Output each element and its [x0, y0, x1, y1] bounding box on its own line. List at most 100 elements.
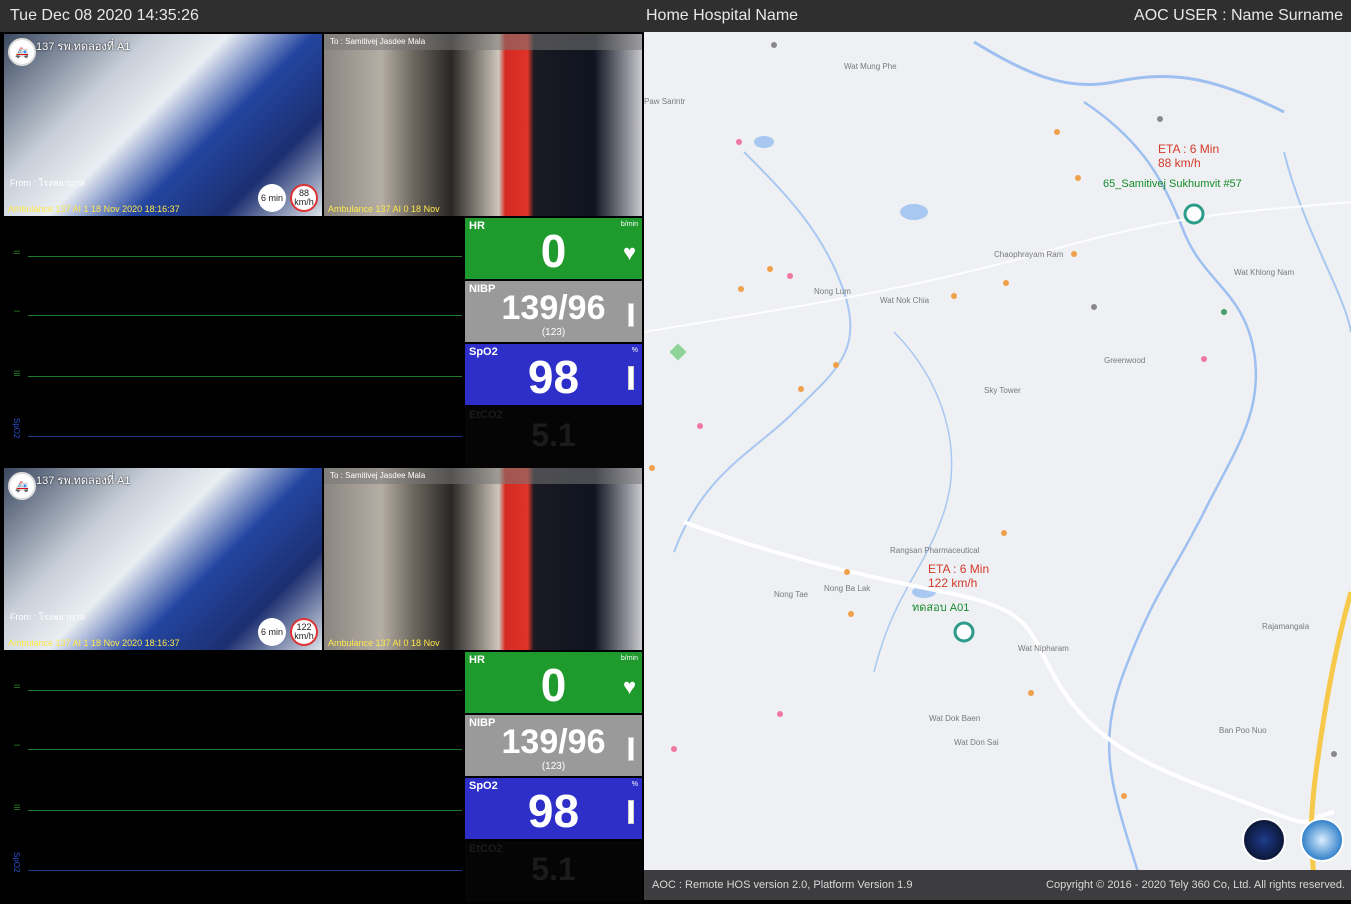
- copyright-text: Copyright © 2016 - 2020 Tely 360 Co, Ltd…: [1046, 879, 1345, 891]
- datetime: Tue Dec 08 2020 14:35:26: [10, 7, 199, 24]
- ecg-waveform: [28, 810, 462, 811]
- speed-badge: 122 km/h: [290, 618, 318, 646]
- eta-time: ETA : 6 Min: [1158, 142, 1220, 156]
- nibp-map: (123): [541, 327, 566, 338]
- spo2-waveform: [28, 870, 462, 871]
- camera-timestamp: Ambulance 137 AI 1 18 Nov 2020 18:16:37: [8, 204, 180, 214]
- vitals-column: HR b/min 0 ♥ NIBP 139/96 (123) SpO2 % 98…: [465, 652, 642, 904]
- from-label: From : โรงพยาบาล: [10, 178, 86, 188]
- wave-label: I: [12, 744, 21, 747]
- map-canvas: [644, 40, 1351, 900]
- camera-timestamp: Ambulance 137 AI 0 18 Nov: [328, 204, 440, 214]
- ambulance-panel-1: 🚑 137 รพ.ทดลองที่ A1 From : โรงพยาบาล Am…: [0, 32, 644, 468]
- footer-bar: AOC : Remote HOS version 2.0, Platform V…: [644, 870, 1351, 900]
- cabin-camera-feed[interactable]: 🚑 137 รพ.ทดลองที่ A1 From : โรงพยาบาล Am…: [4, 34, 322, 216]
- map-place-label: Nong Ba Lak: [824, 584, 871, 593]
- spo2-box[interactable]: SpO2 % 98: [465, 778, 642, 839]
- ecg-waveform: [28, 315, 462, 316]
- wave-label: III: [12, 370, 21, 377]
- camera-timestamp: Ambulance 137 AI 0 18 Nov: [328, 638, 440, 648]
- camera-timestamp: Ambulance 137 AI 1 18 Nov 2020 18:16:37: [8, 638, 180, 648]
- map-place-label: Sky Tower: [984, 386, 1021, 395]
- eta-time: ETA : 6 Min: [928, 562, 990, 576]
- wave-label: II: [12, 250, 21, 255]
- camera-caption: To : Samitivej Jasdee Mala: [324, 468, 642, 484]
- nibp-box[interactable]: NIBP 139/96 (123): [465, 281, 642, 342]
- heart-icon: ♥: [622, 674, 636, 699]
- eta-speed: 122 km/h: [928, 576, 978, 590]
- map-place-label: Nong Lum: [814, 287, 851, 296]
- ambulance-panel-2: 🚑 137 รพ.ทดลองที่ A1 From : โรงพยาบาล Am…: [0, 466, 644, 902]
- cabin-camera-feed[interactable]: 🚑 137 รพ.ทดลองที่ A1 From : โรงพยาบาล Am…: [4, 468, 322, 650]
- partner-logo-icon: [1300, 818, 1344, 862]
- map-place-label: Nong Tae: [774, 590, 809, 599]
- wave-label: II: [12, 684, 21, 689]
- vitals-column: HR b/min 0 ♥ NIBP 139/96 (123) SpO2 % 98…: [465, 218, 642, 470]
- ambulance-logo-icon: 🚑: [8, 38, 36, 66]
- map-place-label: Wat Nok Chia: [880, 296, 930, 305]
- spo2-box[interactable]: SpO2 % 98: [465, 344, 642, 405]
- camera-caption: 137 รพ.ทดลองที่ A1: [36, 475, 131, 487]
- hr-box[interactable]: HR b/min 0 ♥: [465, 652, 642, 713]
- heart-icon: ♥: [622, 240, 636, 265]
- from-label: From : โรงพยาบาล: [10, 612, 86, 622]
- spo2-value: 98: [527, 785, 580, 837]
- level-bar-icon: [628, 366, 634, 390]
- eta-label-2: ETA : 6 Min 122 km/h: [928, 562, 989, 590]
- etco2-box[interactable]: EtCO2 5.1: [465, 407, 642, 468]
- eta-label-1: ETA : 6 Min 88 km/h: [1158, 142, 1219, 170]
- hr-value: 0: [540, 225, 567, 277]
- agency-logo-icon: [1242, 818, 1286, 862]
- camera-caption: To : Samitivej Jasdee Mala: [324, 34, 642, 50]
- hospital-name: Home Hospital Name: [646, 7, 799, 24]
- nibp-value: 139/96: [501, 723, 606, 761]
- etco2-value: 5.1: [531, 417, 576, 453]
- user-name: AOC USER : Name Surname: [1134, 7, 1343, 24]
- destination-label-2[interactable]: ทดสอบ A01: [912, 598, 969, 616]
- road-camera-feed[interactable]: To : Samitivej Jasdee Mala Ambulance 137…: [324, 34, 642, 216]
- etco2-box[interactable]: EtCO2 5.1: [465, 841, 642, 902]
- eta-badge: 6 min: [258, 184, 286, 212]
- map-place-label: Wat Nipharam: [1018, 644, 1069, 653]
- camera-caption: 137 รพ.ทดลองที่ A1: [36, 41, 131, 53]
- waveform-area: II I III SpO2: [4, 652, 462, 898]
- ecg-waveform: [28, 749, 462, 750]
- wave-label: I: [12, 310, 21, 313]
- map-place-label: Chaophrayam Ram: [994, 250, 1064, 259]
- hr-value: 0: [540, 659, 567, 711]
- level-bar-icon: [628, 303, 634, 327]
- map-place-label: Rangsan Pharmaceutical: [890, 546, 980, 555]
- map-place-label: Greenwood: [1104, 356, 1146, 365]
- nibp-box[interactable]: NIBP 139/96 (123): [465, 715, 642, 776]
- road-camera-feed[interactable]: To : Samitivej Jasdee Mala Ambulance 137…: [324, 468, 642, 650]
- eta-badge: 6 min: [258, 618, 286, 646]
- map-place-label: Rajamangala: [1262, 622, 1310, 631]
- wave-label: SpO2: [12, 852, 21, 873]
- waveform-area: II I III SpO2: [4, 218, 462, 464]
- top-bar: Tue Dec 08 2020 14:35:26 Home Hospital N…: [0, 0, 1351, 32]
- map-place-label: Paw Sarintr: [644, 97, 686, 106]
- destination-label-1[interactable]: 65_Samitivej Sukhumvit #57: [1103, 178, 1242, 190]
- map-place-label: Ban Poo Nuo: [1219, 726, 1267, 735]
- ambulance-logo-icon: 🚑: [8, 472, 36, 500]
- map-place-label: Wat Dok Baen: [929, 714, 981, 723]
- patient-panels: 🚑 137 รพ.ทดลองที่ A1 From : โรงพยาบาล Am…: [0, 32, 644, 902]
- nibp-value: 139/96: [501, 289, 606, 327]
- map-place-label: Wat Don Sai: [954, 738, 999, 747]
- spo2-value: 98: [527, 351, 580, 403]
- etco2-value: 5.1: [531, 851, 576, 887]
- ecg-waveform: [28, 376, 462, 377]
- version-text: AOC : Remote HOS version 2.0, Platform V…: [652, 879, 913, 891]
- map-place-label: Wat Mung Phe: [844, 62, 897, 71]
- ecg-waveform: [28, 690, 462, 691]
- map-place-label: Wat Khlong Nam: [1234, 268, 1295, 277]
- hr-box[interactable]: HR b/min 0 ♥: [465, 218, 642, 279]
- speed-badge: 88 km/h: [290, 184, 318, 212]
- wave-label: III: [12, 804, 21, 811]
- ecg-waveform: [28, 256, 462, 257]
- nibp-map: (123): [541, 761, 566, 772]
- level-bar-icon: [628, 800, 634, 824]
- eta-speed: 88 km/h: [1158, 156, 1201, 170]
- spo2-waveform: [28, 436, 462, 437]
- tracking-map[interactable]: Wat Mung Phe Nong Lum Chaophrayam Ram Wa…: [644, 32, 1351, 900]
